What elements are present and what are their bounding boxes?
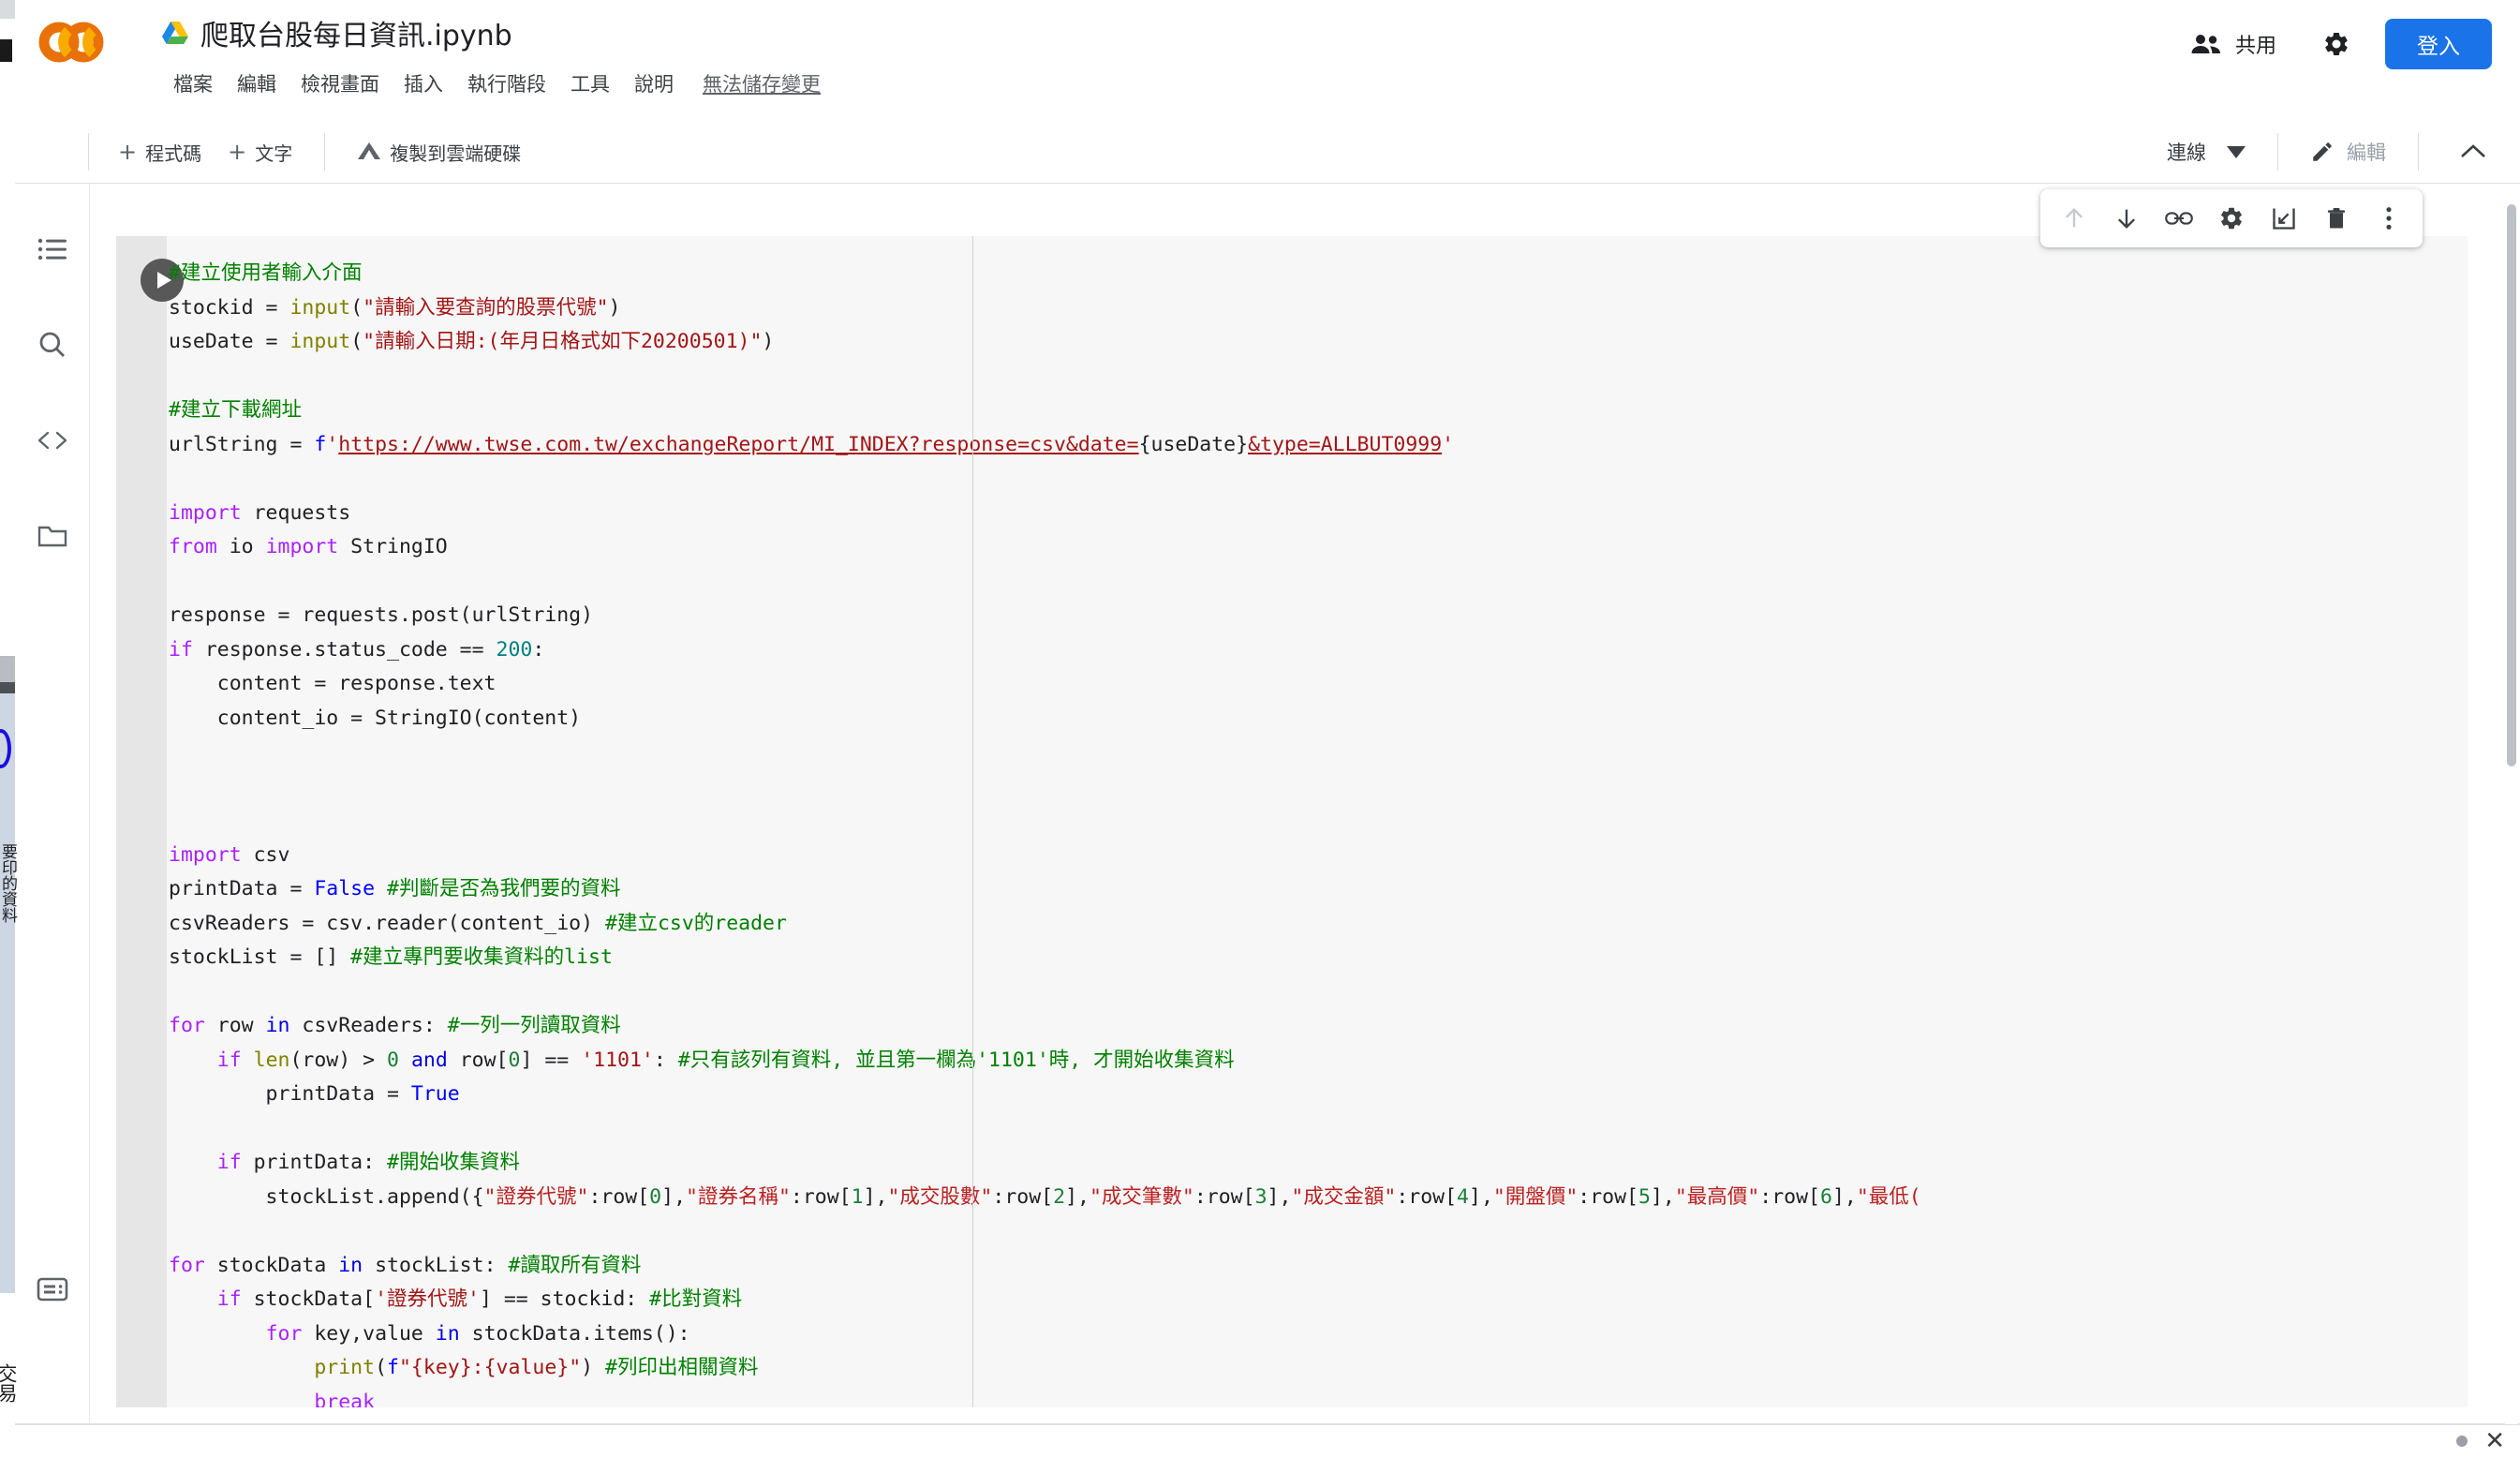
save-status-label[interactable]: 無法儲存變更 xyxy=(703,69,821,97)
status-dot-icon xyxy=(2456,1436,2468,1447)
menu-bar: 檔案 編輯 檢視畫面 插入 執行階段 工具 說明 無法儲存變更 xyxy=(161,67,821,99)
add-text-cell-button[interactable]: + 文字 xyxy=(215,132,305,172)
folder-icon xyxy=(37,524,67,548)
bg-vertical-text-2: 交易 xyxy=(0,1363,18,1403)
connect-runtime-button[interactable]: 連線 xyxy=(2154,130,2259,173)
code-content[interactable]: #建立使用者輸入介面 stockid = input("請輸入要查詢的股票代號"… xyxy=(167,257,2468,1407)
toolbar-left-group: + 程式碼 + 文字 複製到雲端硬碟 xyxy=(105,120,534,184)
menu-view[interactable]: 檢視畫面 xyxy=(289,66,392,101)
more-vertical-icon xyxy=(2384,205,2394,231)
menu-insert[interactable]: 插入 xyxy=(392,66,455,101)
list-icon xyxy=(37,237,67,261)
delete-cell-button[interactable] xyxy=(2310,192,2363,245)
bg-band-3 xyxy=(0,682,15,693)
sidebar-item-table-of-contents[interactable] xyxy=(22,219,82,279)
sidebar-item-search[interactable] xyxy=(22,315,82,375)
chevron-down-icon xyxy=(2227,145,2246,158)
plus-icon: + xyxy=(118,139,138,165)
status-bar: ✕ xyxy=(15,1424,2520,1458)
pencil-icon xyxy=(2310,140,2335,164)
open-cell-in-new-tab-button[interactable] xyxy=(2258,192,2310,245)
close-icon[interactable]: ✕ xyxy=(2484,1429,2505,1453)
menu-runtime[interactable]: 執行階段 xyxy=(455,66,558,101)
bg-band-2 xyxy=(0,656,15,682)
move-cell-up-button[interactable] xyxy=(2048,192,2100,245)
plus-icon: + xyxy=(228,139,247,165)
sign-in-button[interactable]: 登入 xyxy=(2385,19,2492,69)
toolbar-divider-2 xyxy=(2277,133,2278,171)
code-cell[interactable]: #建立使用者輸入介面 stockid = input("請輸入要查詢的股票代號"… xyxy=(116,236,2468,1407)
menu-file[interactable]: 檔案 xyxy=(161,66,225,101)
bg-band-1 xyxy=(0,0,15,19)
chevron-up-icon xyxy=(2460,143,2486,160)
link-icon xyxy=(2165,206,2193,231)
sidebar-item-files[interactable] xyxy=(22,506,82,566)
notebook-canvas: #建立使用者輸入介面 stockid = input("請輸入要查詢的股票代號"… xyxy=(90,184,2520,1458)
add-code-cell-label: 程式碼 xyxy=(145,141,202,165)
code-brackets-icon xyxy=(37,429,68,452)
open-in-new-icon xyxy=(2271,205,2297,231)
arrow-down-icon xyxy=(2113,205,2140,231)
copy-to-drive-label: 複製到雲端硬碟 xyxy=(390,141,522,165)
share-button[interactable]: 共用 xyxy=(2173,20,2293,68)
settings-button[interactable] xyxy=(2308,16,2364,72)
terminal-icon xyxy=(37,1276,68,1302)
bg-band-4 xyxy=(0,693,15,1293)
code-editor[interactable]: #建立使用者輸入介面 stockid = input("請輸入要查詢的股票代號"… xyxy=(167,236,2468,1407)
search-icon xyxy=(37,330,67,360)
colab-logo-icon[interactable] xyxy=(37,17,105,67)
google-drive-icon xyxy=(357,141,381,162)
left-sidebar xyxy=(15,184,90,1458)
bg-square xyxy=(0,39,12,62)
sidebar-item-code-snippets[interactable] xyxy=(22,410,82,470)
toolbar-divider-3 xyxy=(2418,133,2419,171)
page-scrollbar[interactable] xyxy=(2505,187,2518,1458)
edit-label: 編輯 xyxy=(2347,141,2386,164)
arrow-up-icon xyxy=(2061,205,2087,231)
move-cell-down-button[interactable] xyxy=(2100,192,2153,245)
page-title: 爬取台股每日資訊.ipynb xyxy=(200,20,512,52)
cell-settings-button[interactable] xyxy=(2205,192,2258,245)
more-cell-actions-button[interactable] xyxy=(2363,192,2415,245)
menu-help[interactable]: 說明 xyxy=(622,66,686,101)
indent-guide xyxy=(972,236,973,1407)
edit-mode-button[interactable]: 編輯 xyxy=(2297,130,2399,173)
toolbar-right-group: 連線 編輯 xyxy=(2154,120,2498,184)
copy-to-drive-button[interactable]: 複製到雲端硬碟 xyxy=(344,132,534,172)
status-bar-right: ✕ xyxy=(2456,1429,2505,1453)
toolbar-divider-0 xyxy=(88,133,89,171)
menu-edit[interactable]: 編輯 xyxy=(225,66,289,101)
cell-gutter xyxy=(116,236,167,1407)
sidebar-item-terminal[interactable] xyxy=(22,1259,82,1319)
gear-icon xyxy=(2218,205,2245,231)
colab-window: 要印的資料 交易 爬取台股每日資訊.ipynb 檔案 編輯 檢視畫面 插入 執行… xyxy=(0,0,2520,1458)
background-window-sliver: 要印的資料 交易 xyxy=(0,0,18,1458)
bg-vertical-text: 要印的資料 xyxy=(0,843,17,923)
document-title-row[interactable]: 爬取台股每日資訊.ipynb xyxy=(161,11,512,54)
connect-label: 連線 xyxy=(2167,141,2206,164)
people-icon xyxy=(2190,33,2222,55)
notebook-toolbar: + 程式碼 + 文字 複製到雲端硬碟 連線 編輯 xyxy=(15,120,2520,184)
copy-cell-link-button[interactable] xyxy=(2153,192,2205,245)
scrollbar-thumb[interactable] xyxy=(2507,204,2516,766)
sidebar-bottom-group xyxy=(22,1246,82,1319)
share-label: 共用 xyxy=(2234,35,2276,58)
toolbar-divider-1 xyxy=(324,133,326,171)
gear-icon xyxy=(2322,30,2350,58)
app-header: 爬取台股每日資訊.ipynb 檔案 編輯 檢視畫面 插入 執行階段 工具 說明 … xyxy=(15,0,2520,120)
cell-action-toolbar xyxy=(2040,189,2423,247)
trash-icon xyxy=(2323,205,2350,231)
header-actions: 共用 登入 xyxy=(2173,15,2492,73)
add-text-cell-label: 文字 xyxy=(255,141,293,165)
collapse-toolbar-button[interactable] xyxy=(2449,127,2498,176)
google-drive-icon xyxy=(161,21,189,45)
menu-tools[interactable]: 工具 xyxy=(558,66,622,101)
add-code-cell-button[interactable]: + 程式碼 xyxy=(105,132,215,172)
